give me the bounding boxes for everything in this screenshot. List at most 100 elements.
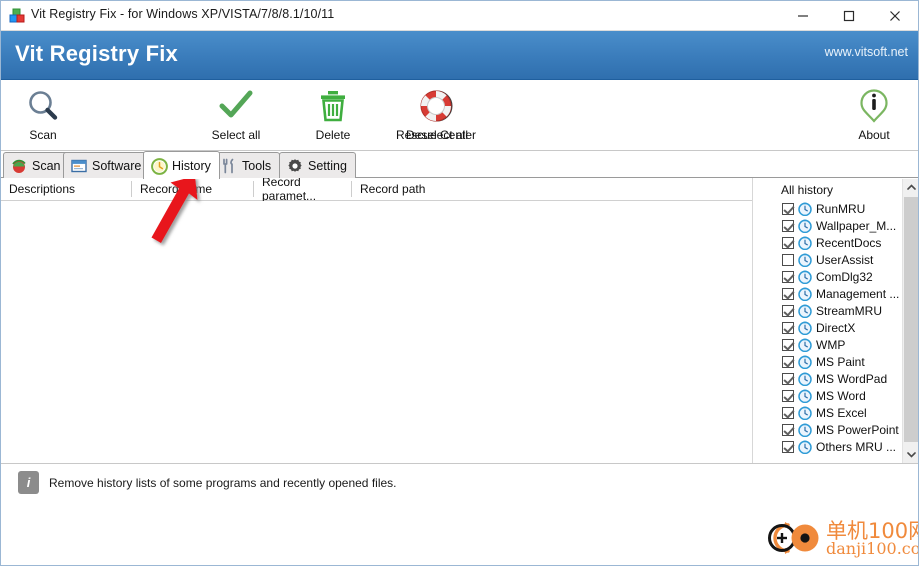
history-item-label: WMP (816, 337, 846, 352)
maximize-button[interactable] (826, 1, 872, 30)
history-item-label: MS WordPad (816, 371, 888, 386)
history-item-checkbox[interactable] (782, 270, 794, 283)
history-list-item[interactable]: RunMRU (782, 200, 865, 217)
history-list-item[interactable]: WMP (782, 336, 845, 353)
scrollbar-thumb[interactable] (904, 197, 918, 442)
select-all-button[interactable]: Select all (191, 86, 281, 148)
scroll-up-button[interactable] (903, 179, 918, 196)
history-list-item[interactable]: RecentDocs (782, 234, 881, 251)
history-list-item[interactable]: Management ... (782, 285, 899, 302)
tab-label: Tools (242, 158, 272, 173)
history-item-checkbox[interactable] (782, 355, 794, 368)
history-item-checkbox[interactable] (782, 219, 794, 232)
toolbar-label: Rescue Center (395, 128, 477, 142)
record-list-pane[interactable]: Descriptions Record name Record paramet.… (1, 175, 753, 463)
window-title: Vit Registry Fix - for Windows XP/VISTA/… (31, 7, 335, 21)
clock-icon (798, 236, 812, 250)
blocks-icon (9, 8, 26, 24)
history-item-checkbox[interactable] (782, 440, 794, 453)
clock-icon (798, 321, 812, 335)
history-list-item[interactable]: UserAssist (782, 251, 873, 268)
history-item-label: Wallpaper_M... (816, 218, 897, 233)
history-list-item[interactable]: MS WordPad (782, 370, 887, 387)
history-list-item[interactable]: ComDlg32 (782, 268, 873, 285)
about-button[interactable]: About (844, 86, 904, 148)
record-list-body[interactable] (1, 201, 752, 462)
watermark-en: danji100.com (826, 539, 918, 558)
history-item-label: Management ... (816, 286, 900, 301)
scan-button[interactable]: Scan (15, 86, 71, 148)
history-item-checkbox[interactable] (782, 338, 794, 351)
clock-icon (798, 440, 812, 454)
clock-icon (798, 423, 812, 437)
column-label: Record paramet... (262, 175, 317, 203)
clock-icon (798, 338, 812, 352)
column-record-name[interactable]: Record name (132, 178, 254, 200)
clock-icon (798, 355, 812, 369)
history-panel-title: All history (781, 183, 834, 197)
history-item-label: MS Paint (816, 354, 865, 369)
clock-green-icon (151, 157, 168, 175)
column-descriptions[interactable]: Descriptions (1, 178, 132, 200)
minimize-button[interactable] (780, 1, 826, 30)
history-scrollbar[interactable] (902, 179, 918, 463)
history-item-label: Others MRU ... (816, 439, 897, 454)
history-item-checkbox[interactable] (782, 372, 794, 385)
history-item-checkbox[interactable] (782, 253, 794, 266)
history-item-checkbox[interactable] (782, 202, 794, 215)
history-list-item[interactable]: MS Excel (782, 404, 867, 421)
website-link[interactable]: www.vitsoft.net (825, 45, 908, 59)
delete-button[interactable]: Delete (306, 86, 360, 148)
history-list-item[interactable]: Wallpaper_M... (782, 217, 896, 234)
tab-history[interactable]: History (143, 151, 220, 179)
history-item-label: StreamMRU (816, 303, 883, 318)
history-item-label: UserAssist (816, 252, 874, 267)
column-record-parameter[interactable]: Record paramet... (254, 175, 352, 203)
tab-label: Scan (32, 158, 61, 173)
tab-label: Setting (308, 158, 347, 173)
app-header: Vit Registry Fix www.vitsoft.net (1, 31, 918, 80)
tab-software[interactable]: Software (63, 152, 151, 178)
history-list-item[interactable]: MS PowerPoint (782, 421, 899, 438)
clock-icon (798, 219, 812, 233)
tab-tools[interactable]: Tools (213, 152, 281, 178)
scroll-down-button[interactable] (903, 446, 918, 463)
history-list-item[interactable]: StreamMRU (782, 302, 882, 319)
clock-icon (798, 372, 812, 386)
tab-strip: Scan Software History Tools Setting (1, 151, 918, 179)
info-pin-icon (844, 86, 904, 126)
column-record-path[interactable]: Record path (352, 178, 552, 200)
history-list-item[interactable]: Others MRU ... (782, 438, 896, 455)
history-item-checkbox[interactable] (782, 304, 794, 317)
chevron-up-icon (906, 184, 916, 190)
history-item-label: MS Excel (816, 405, 867, 420)
history-item-checkbox[interactable] (782, 406, 794, 419)
history-item-checkbox[interactable] (782, 287, 794, 300)
tab-setting[interactable]: Setting (279, 152, 356, 178)
history-item-checkbox[interactable] (782, 321, 794, 334)
history-item-label: DirectX (816, 320, 856, 335)
toolbar-label: Select all (211, 128, 261, 142)
app-title: Vit Registry Fix (15, 41, 178, 66)
history-item-checkbox[interactable] (782, 236, 794, 249)
history-item-checkbox[interactable] (782, 423, 794, 436)
toolbar-label: Delete (315, 128, 351, 142)
check-icon (191, 86, 281, 126)
history-list-item[interactable]: MS Paint (782, 353, 865, 370)
history-item-checkbox[interactable] (782, 389, 794, 402)
gear-icon (287, 158, 303, 174)
toolbar-label: Scan (29, 128, 57, 142)
close-button[interactable] (872, 1, 918, 30)
trash-icon (306, 86, 360, 126)
rescue-center-button[interactable]: Rescue Center (381, 86, 491, 148)
history-list-item[interactable]: MS Word (782, 387, 866, 404)
status-text: Remove history lists of some programs an… (49, 476, 397, 490)
tab-scan[interactable]: Scan (3, 152, 70, 178)
history-selection-pane: All history RunMRU Wallpaper_M... RecentDo… (754, 178, 918, 463)
tools-icon (221, 158, 237, 174)
lifering-icon (381, 86, 491, 126)
history-item-label: RecentDocs (816, 235, 882, 250)
clock-icon (798, 270, 812, 284)
history-list-item[interactable]: DirectX (782, 319, 855, 336)
column-header-row: Descriptions Record name Record paramet.… (1, 175, 752, 203)
